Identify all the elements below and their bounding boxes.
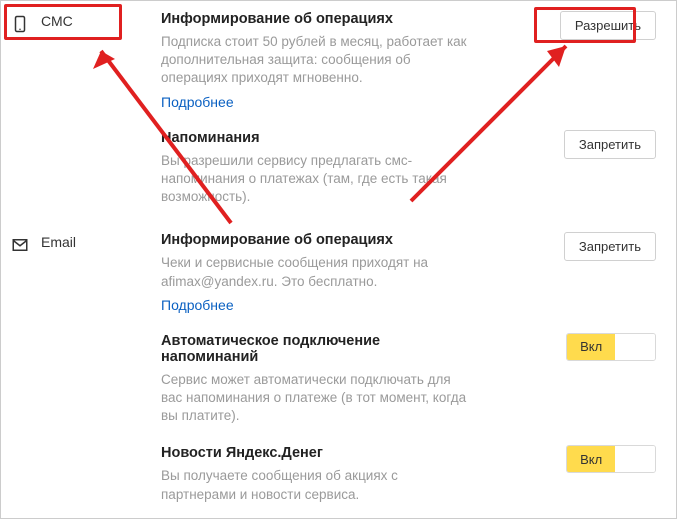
email-news-toggle[interactable]: Вкл bbox=[566, 445, 656, 473]
email-inform-desc: Чеки и сервисные сообщения приходят на a… bbox=[161, 254, 475, 290]
mail-icon bbox=[11, 236, 31, 257]
email-news-title: Новости Яндекс.Денег bbox=[161, 445, 475, 461]
sms-inform-allow-button[interactable]: Разрешить bbox=[560, 11, 656, 40]
phone-icon bbox=[11, 15, 31, 36]
email-inform-row: Email Информирование об операциях Чеки и… bbox=[11, 232, 660, 332]
sms-inform-row: СМС Информирование об операциях Подписка… bbox=[11, 11, 660, 130]
sms-inform-desc: Подписка стоит 50 рублей в месяц, работа… bbox=[161, 33, 475, 88]
sms-inform-more-link[interactable]: Подробнее bbox=[161, 94, 234, 110]
sms-inform-title: Информирование об операциях bbox=[161, 11, 475, 27]
sms-remind-desc: Вы разрешили сервису предлагать смс-напо… bbox=[161, 152, 475, 207]
sms-remind-deny-button[interactable]: Запретить bbox=[564, 130, 656, 159]
toggle-off-space bbox=[615, 334, 655, 360]
email-channel-label: Email bbox=[41, 234, 76, 250]
email-news-row: Новости Яндекс.Денег Вы получаете сообще… bbox=[11, 445, 660, 509]
email-inform-deny-button[interactable]: Запретить bbox=[564, 232, 656, 261]
email-inform-title: Информирование об операциях bbox=[161, 232, 475, 248]
toggle-on-label: Вкл bbox=[567, 334, 615, 360]
toggle-off-space bbox=[615, 446, 655, 472]
email-auto-row: Автоматическое подключение напоминаний С… bbox=[11, 333, 660, 446]
email-news-desc: Вы получаете сообщения об акциях с партн… bbox=[161, 467, 475, 503]
email-inform-more-link[interactable]: Подробнее bbox=[161, 297, 234, 313]
sms-remind-row: Напоминания Вы разрешили сервису предлаг… bbox=[11, 130, 660, 227]
sms-channel-label: СМС bbox=[41, 13, 73, 29]
toggle-on-label: Вкл bbox=[567, 446, 615, 472]
sms-remind-title: Напоминания bbox=[161, 130, 475, 146]
email-auto-desc: Сервис может автоматически подключать дл… bbox=[161, 371, 475, 426]
email-auto-toggle[interactable]: Вкл bbox=[566, 333, 656, 361]
email-auto-title: Автоматическое подключение напоминаний bbox=[161, 333, 475, 365]
